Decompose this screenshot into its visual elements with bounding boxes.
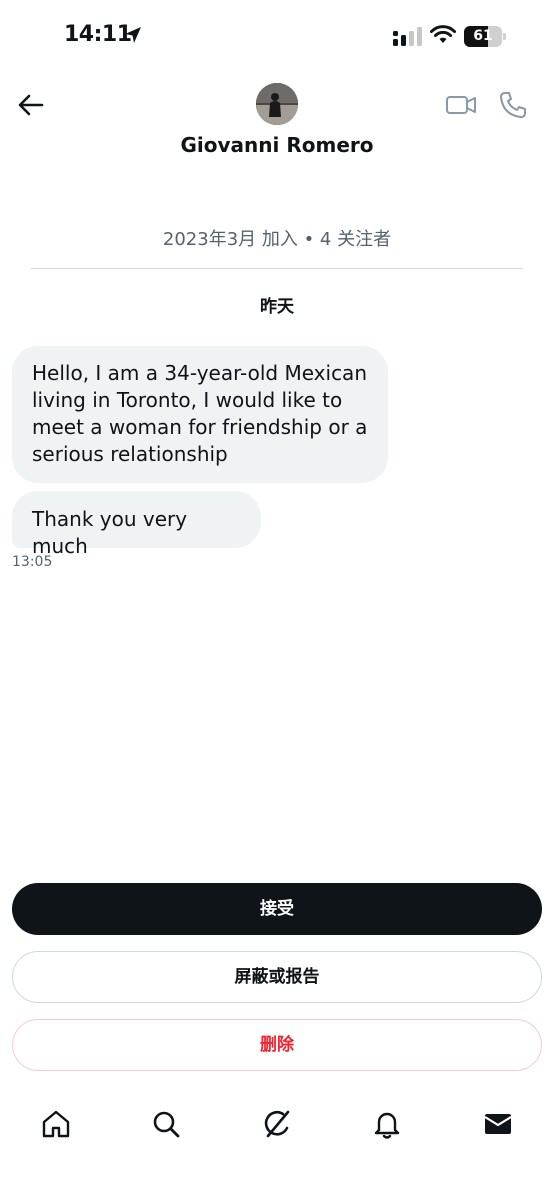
phone-call-icon[interactable] — [498, 90, 528, 120]
message-timestamp: 13:05 — [12, 554, 53, 570]
profile-info: 2023年3月 加入 • 4 关注者 — [162, 229, 392, 250]
notifications-bell-icon[interactable] — [371, 1108, 403, 1140]
divider — [31, 268, 523, 269]
grok-icon[interactable] — [261, 1108, 293, 1140]
messages-envelope-icon[interactable] — [482, 1108, 514, 1140]
status-bar: 14:11 61 — [0, 0, 554, 76]
back-arrow-icon[interactable] — [16, 90, 46, 120]
home-icon[interactable] — [40, 1108, 72, 1140]
video-call-icon[interactable] — [445, 90, 477, 120]
message-bubble[interactable]: Thank you very much — [12, 491, 261, 558]
cellular-signal-icon — [393, 27, 422, 46]
contact-name: Giovanni Romero — [180, 133, 374, 157]
avatar[interactable] — [256, 83, 298, 125]
day-separator: 昨天 — [260, 297, 294, 317]
location-arrow-icon — [125, 27, 141, 43]
tab-bar — [0, 1100, 554, 1160]
accept-button[interactable]: 接受 — [12, 883, 542, 935]
block-report-button[interactable]: 屏蔽或报告 — [12, 951, 542, 1003]
battery-icon: 61 — [464, 26, 506, 47]
search-icon[interactable] — [150, 1108, 182, 1140]
wifi-icon — [430, 25, 456, 43]
delete-button[interactable]: 删除 — [12, 1019, 542, 1071]
status-time: 14:11 — [64, 22, 132, 47]
battery-level: 61 — [473, 28, 493, 44]
message-bubble[interactable]: Hello, I am a 34-year-old Mexican living… — [12, 346, 388, 483]
